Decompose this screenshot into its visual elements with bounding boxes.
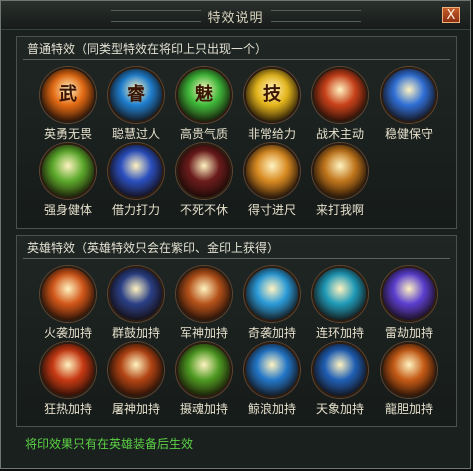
seal-glyph: 技 xyxy=(263,84,281,105)
hero-effects-title: 英雄特效（英雄特效只会在紫印、金印上获得） xyxy=(27,241,280,255)
normal-skill-7[interactable]: 强身健体 xyxy=(37,143,99,218)
hero-skill-5[interactable]: 连环加持 xyxy=(309,266,371,341)
window-title: 特效说明 xyxy=(207,11,264,26)
skill-label: 火袭加持 xyxy=(43,326,92,340)
skill-label: 不死不休 xyxy=(179,203,228,217)
flaming-sword-icon xyxy=(312,67,368,123)
lightning-icon xyxy=(381,266,437,322)
section-divider xyxy=(23,258,450,259)
fist-icon xyxy=(244,143,300,199)
ice-burst-icon xyxy=(244,266,300,322)
blue-fighter-icon xyxy=(108,143,164,199)
blue-orb-icon xyxy=(312,342,368,398)
normal-skill-8[interactable]: 借力打力 xyxy=(105,143,167,218)
rui-seal-icon: 睿 xyxy=(108,67,164,123)
skill-label: 聪慧过人 xyxy=(111,127,160,141)
skill-label: 天象加持 xyxy=(315,402,364,416)
normal-skill-10[interactable]: 得寸进尺 xyxy=(241,143,303,218)
bone-icon xyxy=(176,143,232,199)
green-skull-icon xyxy=(176,342,232,398)
green-bell-icon xyxy=(40,143,96,199)
skill-label: 连环加持 xyxy=(315,326,364,340)
fire-rain-icon xyxy=(40,266,96,322)
skill-label: 战术主动 xyxy=(315,127,364,141)
skill-label: 军神加持 xyxy=(179,326,228,340)
skill-label: 借力打力 xyxy=(111,203,160,217)
normal-effects-panel: 普通特效（同类型特效在将印上只出现一个） 武英勇无畏睿聪慧过人魅高贵气质技非常给… xyxy=(16,36,457,229)
monk-icon xyxy=(312,143,368,199)
fire-fighter-icon xyxy=(40,342,96,398)
skill-label: 龍胆加持 xyxy=(384,402,433,416)
skill-label: 鲸浪加持 xyxy=(247,402,296,416)
hero-skill-2[interactable]: 群鼓加持 xyxy=(105,266,167,341)
normal-skill-4[interactable]: 技非常给力 xyxy=(241,67,303,142)
skill-label: 稳健保守 xyxy=(384,127,433,141)
hero-skill-7[interactable]: 狂热加持 xyxy=(37,342,99,417)
vortex-icon xyxy=(312,266,368,322)
close-button[interactable]: X xyxy=(442,7,460,23)
effect-description-window: 特效说明 X 普通特效（同类型特效在将印上只出现一个） 武英勇无畏睿聪慧过人魅高… xyxy=(0,0,471,469)
hero-skill-11[interactable]: 天象加持 xyxy=(309,342,371,417)
blue-shield-icon xyxy=(381,67,437,123)
seal-glyph: 武 xyxy=(59,84,77,105)
hero-skill-3[interactable]: 军神加持 xyxy=(173,266,235,341)
title-bar[interactable]: 特效说明 X xyxy=(1,1,470,30)
hero-skill-10[interactable]: 鲸浪加持 xyxy=(241,342,303,417)
normal-skill-3[interactable]: 魅高贵气质 xyxy=(173,67,235,142)
section-divider xyxy=(23,59,450,60)
ji-seal-icon: 技 xyxy=(244,67,300,123)
wave-icon xyxy=(244,342,300,398)
hero-skill-8[interactable]: 屠神加持 xyxy=(105,342,167,417)
skill-label: 摄魂加持 xyxy=(179,402,228,416)
hero-effects-panel: 英雄特效（英雄特效只会在紫印、金印上获得） 火袭加持 群鼓加持 军神加持 奇袭加持 连环… xyxy=(16,235,457,427)
hero-skill-4[interactable]: 奇袭加持 xyxy=(241,266,303,341)
mei-seal-icon: 魅 xyxy=(176,67,232,123)
hero-skill-12[interactable]: 龍胆加持 xyxy=(378,342,440,417)
skill-label: 屠神加持 xyxy=(111,402,160,416)
skill-label: 非常给力 xyxy=(247,127,296,141)
seal-glyph: 睿 xyxy=(127,84,145,105)
normal-skill-9[interactable]: 不死不休 xyxy=(173,143,235,218)
skill-label: 强身健体 xyxy=(43,203,92,217)
normal-skill-5[interactable]: 战术主动 xyxy=(309,67,371,142)
seal-glyph: 魅 xyxy=(195,84,213,105)
dragon-warrior-icon xyxy=(381,342,437,398)
skill-label: 英勇无畏 xyxy=(43,127,92,141)
hero-skill-9[interactable]: 摄魂加持 xyxy=(173,342,235,417)
fire-demon-icon xyxy=(108,342,164,398)
normal-skill-2[interactable]: 睿聪慧过人 xyxy=(105,67,167,142)
normal-skill-1[interactable]: 武英勇无畏 xyxy=(37,67,99,142)
footer-note: 将印效果只有在英雄装备后生效 xyxy=(25,437,194,451)
wu-seal-icon: 武 xyxy=(40,67,96,123)
blue-warriors-icon xyxy=(108,266,164,322)
normal-skill-11[interactable]: 来打我啊 xyxy=(309,143,371,218)
skill-label: 高贵气质 xyxy=(179,127,228,141)
hero-skill-6[interactable]: 雷劫加持 xyxy=(378,266,440,341)
normal-skill-6[interactable]: 稳健保守 xyxy=(378,67,440,142)
skill-label: 雷劫加持 xyxy=(384,326,433,340)
skill-label: 来打我啊 xyxy=(315,203,364,217)
normal-effects-title: 普通特效（同类型特效在将印上只出现一个） xyxy=(27,42,268,56)
hero-skill-1[interactable]: 火袭加持 xyxy=(37,266,99,341)
skill-label: 群鼓加持 xyxy=(111,326,160,340)
skill-label: 奇袭加持 xyxy=(247,326,296,340)
skill-label: 得寸进尺 xyxy=(247,203,296,217)
fire-warrior-icon xyxy=(176,266,232,322)
skill-label: 狂热加持 xyxy=(43,402,92,416)
